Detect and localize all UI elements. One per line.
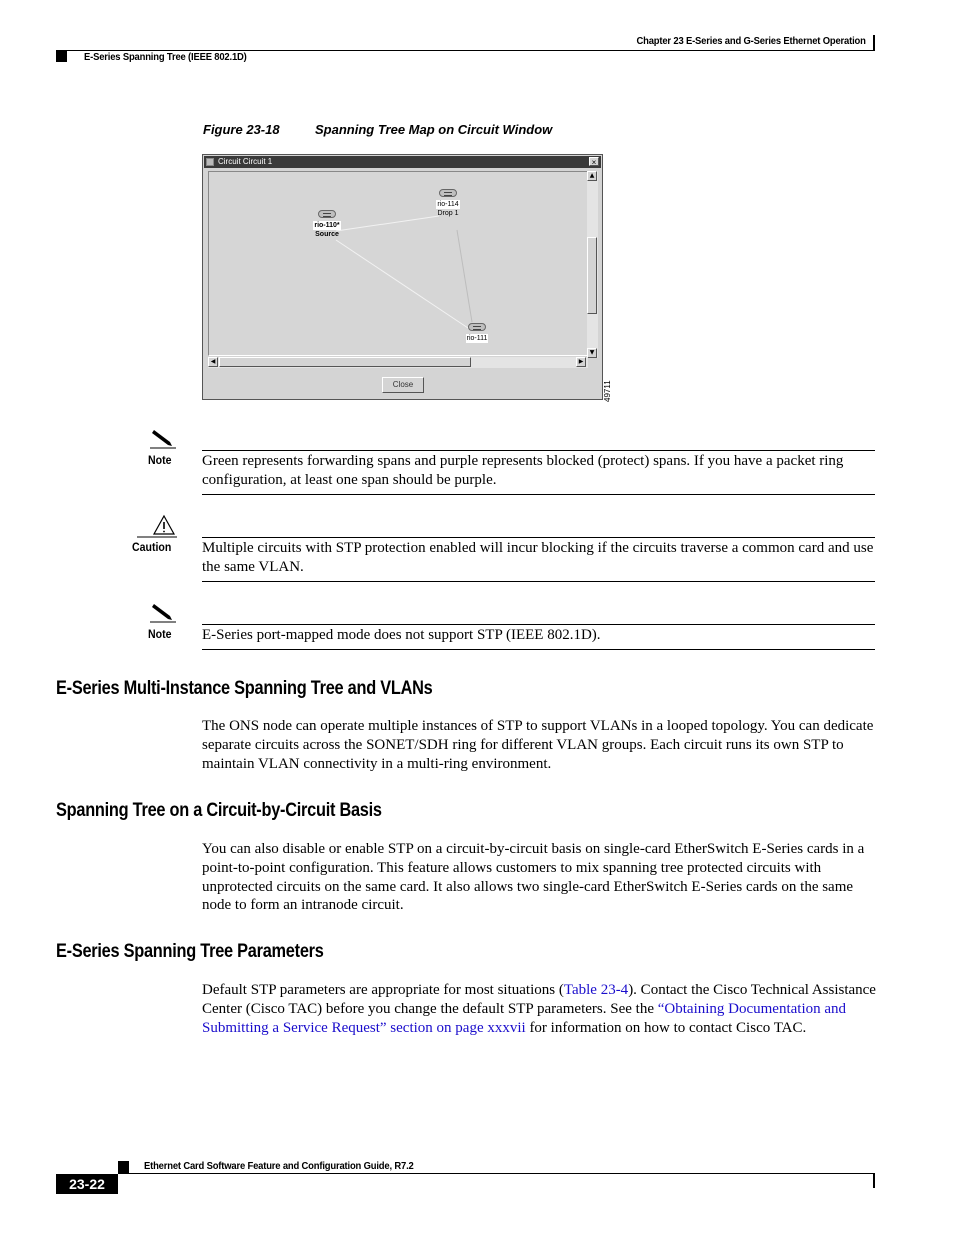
figure-id: 49711	[603, 380, 612, 402]
node-rio-110[interactable]: rio-110* Source	[307, 210, 347, 240]
node-role: Drop 1	[437, 210, 459, 217]
spanning-tree-map: rio-110* Source rio-114 Drop 1 rio-111	[208, 171, 589, 356]
section-body: Default STP parameters are appropriate f…	[202, 981, 877, 1037]
caution-text: Multiple circuits with STP protection en…	[202, 540, 874, 575]
span-line	[335, 215, 440, 232]
window-title: Circuit Circuit 1	[218, 157, 273, 166]
pencil-icon	[150, 430, 176, 449]
pencil-icon	[150, 604, 176, 623]
note-label: Note	[148, 453, 172, 467]
window-titlebar: Circuit Circuit 1 ×	[204, 156, 601, 168]
node-label: rio-114	[436, 200, 460, 209]
footer-bar	[873, 1174, 875, 1188]
section-heading: E-Series Multi-Instance Spanning Tree an…	[56, 678, 433, 699]
note-top-rule	[202, 450, 875, 451]
note-text: Green represents forwarding spans and pu…	[202, 453, 844, 488]
warning-triangle-icon	[137, 514, 177, 538]
note-text: E-Series port-mapped mode does not suppo…	[202, 627, 601, 643]
scroll-left-arrow-icon[interactable]: ◀	[208, 357, 218, 367]
section-heading: Spanning Tree on a Circuit-by-Circuit Ba…	[56, 800, 382, 821]
body-text-run: for information on how to contact Cisco …	[525, 1019, 807, 1036]
caution-label: Caution	[132, 540, 172, 554]
section-body: You can also disable or enable STP on a …	[202, 841, 865, 914]
note-bottom-rule	[202, 649, 875, 650]
vertical-scroll-thumb[interactable]	[587, 237, 597, 314]
node-rio-114[interactable]: rio-114 Drop 1	[430, 189, 466, 219]
caution-bottom-rule	[202, 581, 875, 582]
span-lines	[335, 215, 473, 331]
footer-marker	[118, 1161, 129, 1173]
caution-top-rule	[202, 537, 875, 538]
scroll-right-arrow-icon[interactable]: ▶	[576, 357, 586, 367]
router-icon	[439, 189, 457, 197]
table-link[interactable]: Table 23-4	[564, 982, 628, 998]
footer-title: Ethernet Card Software Feature and Confi…	[144, 1160, 414, 1172]
body-text-run: Default STP parameters are appropriate f…	[202, 982, 564, 998]
circuit-window: Circuit Circuit 1 × rio-110* Source rio-…	[202, 154, 603, 400]
window-app-icon	[206, 158, 214, 166]
chapter-title: Chapter 23 E-Series and G-Series Etherne…	[636, 35, 866, 47]
note-top-rule	[202, 624, 875, 625]
page-number: 23-22	[56, 1174, 118, 1194]
horizontal-scroll-thumb[interactable]	[219, 357, 471, 367]
span-line	[335, 239, 472, 331]
section-heading: E-Series Spanning Tree Parameters	[56, 941, 324, 962]
note-label: Note	[148, 627, 172, 641]
figure-number: Figure 23-18	[203, 122, 280, 137]
node-label: rio-110*	[313, 221, 341, 230]
node-label: rio-111	[465, 334, 489, 343]
vertical-scrollbar[interactable]: ▲ ▼	[587, 171, 598, 358]
span-line	[456, 229, 473, 323]
section-body: The ONS node can operate multiple instan…	[202, 718, 874, 772]
horizontal-scrollbar[interactable]: ◀ ▶	[208, 357, 588, 368]
header-bar	[873, 35, 875, 50]
note-bottom-rule	[202, 494, 875, 495]
router-icon	[468, 323, 486, 331]
section-title: E-Series Spanning Tree (IEEE 802.1D)	[84, 51, 247, 63]
figure-title: Spanning Tree Map on Circuit Window	[315, 122, 553, 137]
figure-caption: Figure 23-18 Spanning Tree Map on Circuit…	[203, 122, 552, 137]
window-close-button[interactable]: ×	[589, 157, 599, 167]
scroll-down-arrow-icon[interactable]: ▼	[587, 348, 597, 358]
router-icon	[318, 210, 336, 218]
footer-rule	[118, 1173, 875, 1174]
node-rio-111[interactable]: rio-111	[459, 323, 495, 343]
node-role: Source	[315, 231, 339, 238]
section-marker	[56, 50, 67, 62]
close-button[interactable]: Close	[382, 377, 424, 393]
scroll-up-arrow-icon[interactable]: ▲	[587, 171, 597, 181]
